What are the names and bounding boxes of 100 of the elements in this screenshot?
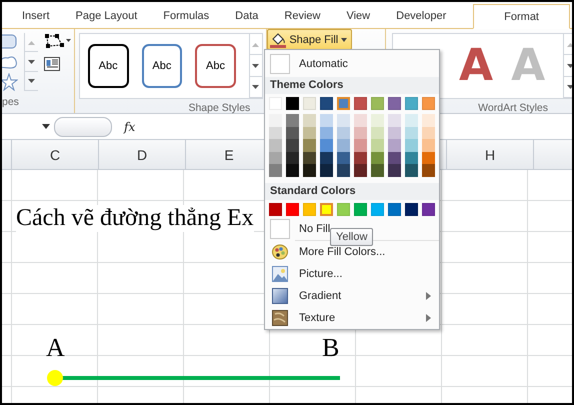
color-swatch[interactable] xyxy=(286,164,299,176)
scroll-down-icon[interactable] xyxy=(28,78,35,84)
color-swatch[interactable] xyxy=(337,139,350,152)
point-label: A xyxy=(46,333,65,363)
ribbon-tab[interactable]: Page Layout xyxy=(76,10,138,28)
color-swatch[interactable] xyxy=(354,152,367,164)
text-box-icon[interactable] xyxy=(44,57,60,71)
shape-fill-button[interactable]: Shape Fill xyxy=(267,29,352,50)
color-swatch[interactable] xyxy=(337,152,350,164)
color-swatch[interactable] xyxy=(320,126,333,139)
color-swatch[interactable] xyxy=(354,164,367,176)
color-swatch[interactable] xyxy=(303,139,316,152)
color-swatch[interactable] xyxy=(269,152,282,164)
star-icon[interactable] xyxy=(2,73,18,91)
color-swatch[interactable] xyxy=(422,139,435,152)
color-swatch[interactable] xyxy=(405,126,418,139)
group-label: Shape Styles xyxy=(187,101,252,116)
color-swatch[interactable] xyxy=(371,114,384,126)
scroll-down-icon[interactable] xyxy=(252,84,260,90)
gallery-scrollbar[interactable] xyxy=(248,34,262,98)
color-swatch[interactable] xyxy=(337,126,350,139)
color-swatch[interactable] xyxy=(286,126,299,139)
ribbon-tab[interactable]: Review xyxy=(284,10,320,28)
color-swatch[interactable] xyxy=(269,114,282,126)
column-header[interactable]: D xyxy=(99,140,186,169)
color-swatch[interactable] xyxy=(286,114,299,126)
scroll-up-icon[interactable] xyxy=(252,42,260,47)
scroll-down-icon[interactable] xyxy=(567,84,572,90)
color-swatch[interactable] xyxy=(337,97,350,110)
color-swatch[interactable] xyxy=(286,152,299,164)
color-swatch[interactable] xyxy=(388,139,401,152)
ribbon-tab[interactable]: Developer xyxy=(396,10,446,28)
color-swatch[interactable] xyxy=(405,114,418,126)
color-swatch[interactable] xyxy=(354,114,367,126)
section-header: Standard Colors xyxy=(265,182,439,200)
shape-style-option[interactable]: Abc xyxy=(195,44,236,88)
color-swatch[interactable] xyxy=(371,152,384,164)
tooltip: Yellow xyxy=(330,228,374,246)
menu-item[interactable]: Gradient xyxy=(265,284,439,306)
menu-item[interactable]: Automatic xyxy=(265,50,439,77)
edit-shape-icon[interactable] xyxy=(44,33,72,49)
dropdown-caret-icon[interactable] xyxy=(42,124,50,129)
color-swatch[interactable] xyxy=(422,114,435,126)
scroll-down-icon[interactable] xyxy=(252,62,260,68)
color-swatch[interactable] xyxy=(269,126,282,139)
color-swatch[interactable] xyxy=(422,126,435,139)
color-swatch[interactable] xyxy=(320,152,333,164)
gallery-scrollbar[interactable] xyxy=(24,33,38,91)
gradient-square-icon xyxy=(272,288,288,304)
menu-item[interactable]: Texture xyxy=(265,306,439,328)
ribbon-tab[interactable]: Insert xyxy=(22,10,50,28)
color-swatch[interactable] xyxy=(320,114,333,126)
color-swatch[interactable] xyxy=(337,164,350,176)
landscape-picture-icon xyxy=(272,266,288,282)
color-swatch[interactable] xyxy=(320,202,333,216)
scroll-up-icon[interactable] xyxy=(567,42,572,47)
color-swatch[interactable] xyxy=(388,164,401,176)
ribbon-tab[interactable]: Format xyxy=(473,4,570,29)
color-swatch[interactable] xyxy=(388,152,401,164)
column-header[interactable]: C xyxy=(12,140,99,169)
color-swatch[interactable] xyxy=(303,126,316,139)
ribbon-tab[interactable]: Formulas xyxy=(163,10,210,28)
color-swatch[interactable] xyxy=(320,139,333,152)
color-swatch[interactable] xyxy=(405,139,418,152)
color-swatch[interactable] xyxy=(422,164,435,176)
point-label: B xyxy=(322,333,340,363)
color-swatch[interactable] xyxy=(371,164,384,176)
menu-item[interactable]: Picture... xyxy=(265,262,439,284)
color-swatch[interactable] xyxy=(405,152,418,164)
texture-square-icon xyxy=(272,310,288,326)
shape-style-option[interactable]: Abc xyxy=(142,44,182,88)
color-swatch[interactable] xyxy=(269,139,282,152)
column-header[interactable]: H xyxy=(447,140,534,169)
group-label: WordArt Styles xyxy=(478,101,549,116)
color-swatch[interactable] xyxy=(303,152,316,164)
color-swatch[interactable] xyxy=(354,126,367,139)
ribbon-tab[interactable]: View xyxy=(346,10,370,28)
submenu-arrow-icon xyxy=(426,314,431,322)
scroll-down-icon[interactable] xyxy=(28,58,35,64)
scroll-up-icon[interactable] xyxy=(28,40,35,45)
color-swatch[interactable] xyxy=(286,139,299,152)
shape-style-option[interactable]: Abc xyxy=(88,44,128,88)
color-swatch[interactable] xyxy=(405,164,418,176)
palette-icon xyxy=(272,244,288,260)
color-swatch[interactable] xyxy=(388,126,401,139)
color-swatch[interactable] xyxy=(422,152,435,164)
color-swatch[interactable] xyxy=(371,126,384,139)
color-swatch[interactable] xyxy=(354,139,367,152)
color-swatch[interactable] xyxy=(303,114,316,126)
color-swatch[interactable] xyxy=(269,164,282,176)
color-swatch[interactable] xyxy=(303,164,316,176)
color-swatch[interactable] xyxy=(337,114,350,126)
insert-function-button[interactable]: fx xyxy=(124,120,136,134)
empty-swatch-icon xyxy=(270,54,290,74)
wordart-style-option[interactable]: A xyxy=(459,42,494,90)
color-swatch[interactable] xyxy=(320,164,333,176)
color-swatch[interactable] xyxy=(388,114,401,126)
ribbon-tab[interactable]: Data xyxy=(235,10,258,28)
scroll-down-icon[interactable] xyxy=(567,62,572,68)
color-swatch[interactable] xyxy=(371,139,384,152)
